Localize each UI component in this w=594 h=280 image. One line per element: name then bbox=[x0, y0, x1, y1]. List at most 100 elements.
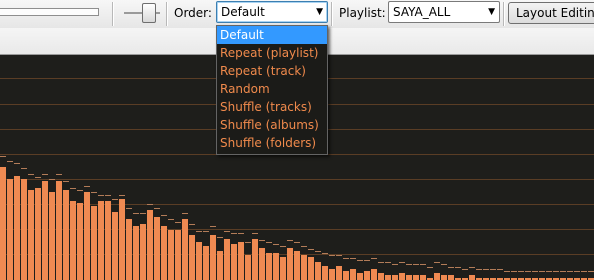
spectrum-peak bbox=[70, 188, 76, 189]
spectrum-peak bbox=[133, 213, 139, 214]
order-dropdown-menu: Default Repeat (playlist) Repeat (track)… bbox=[216, 25, 328, 155]
spectrum-peak bbox=[273, 244, 279, 245]
spectrum-peak bbox=[161, 215, 167, 216]
order-option-shuffle-tracks[interactable]: Shuffle (tracks) bbox=[217, 98, 327, 116]
order-option-default[interactable]: Default bbox=[217, 26, 327, 44]
playlist-combobox[interactable]: SAYA_ALL ▼ bbox=[388, 1, 500, 23]
order-option-repeat-track[interactable]: Repeat (track) bbox=[217, 62, 327, 80]
spectrum-bar bbox=[21, 179, 27, 280]
spectrum-peak bbox=[126, 208, 132, 209]
spectrum-peak bbox=[336, 255, 342, 256]
order-label: Order: bbox=[174, 6, 212, 20]
spectrum-peak bbox=[196, 231, 202, 232]
spectrum-bar bbox=[91, 206, 97, 280]
spectrum-bar bbox=[42, 181, 48, 280]
order-option-random[interactable]: Random bbox=[217, 80, 327, 98]
spectrum-bar bbox=[273, 253, 279, 280]
spectrum-peak bbox=[553, 271, 559, 272]
spectrum-peak bbox=[252, 233, 258, 234]
spectrum-bar bbox=[280, 257, 286, 280]
spectrum-bar bbox=[77, 203, 83, 280]
spectrum-peak bbox=[497, 269, 503, 270]
order-option-shuffle-albums[interactable]: Shuffle (albums) bbox=[217, 116, 327, 134]
spectrum-peak bbox=[280, 246, 286, 247]
spectrum-peak bbox=[28, 174, 34, 175]
spectrum-bar bbox=[14, 176, 20, 280]
spectrum-peak bbox=[322, 253, 328, 254]
spectrum-peak bbox=[581, 271, 587, 272]
spectrum-bar bbox=[364, 271, 370, 280]
spectrum-peak bbox=[7, 161, 13, 162]
spectrum-bar bbox=[329, 269, 335, 280]
spectrum-bar bbox=[252, 239, 258, 280]
spectrum-peak bbox=[504, 271, 510, 272]
spectrum-peak bbox=[98, 195, 104, 196]
spectrum-bar bbox=[315, 262, 321, 280]
spectrum-peak bbox=[560, 271, 566, 272]
spectrum-peak bbox=[168, 219, 174, 220]
spectrum-bar bbox=[357, 273, 363, 280]
spectrum-peak bbox=[245, 242, 251, 243]
spectrum-peak bbox=[413, 264, 419, 265]
order-combobox[interactable]: Default ▼ bbox=[216, 1, 328, 23]
spectrum-bar bbox=[238, 242, 244, 280]
playlist-combobox-value: SAYA_ALL bbox=[393, 5, 451, 19]
order-option-shuffle-folders[interactable]: Shuffle (folders) bbox=[217, 134, 327, 152]
spectrum-bar bbox=[154, 217, 160, 280]
spectrum-peak bbox=[56, 174, 62, 175]
spectrum-bar bbox=[420, 275, 426, 280]
spectrum-peak bbox=[203, 231, 209, 232]
chevron-down-icon: ▼ bbox=[488, 7, 495, 17]
spectrum-bar bbox=[7, 179, 13, 280]
spectrum-peak bbox=[105, 195, 111, 196]
spectrum-peak bbox=[308, 249, 314, 250]
order-combobox-value: Default bbox=[221, 5, 265, 19]
spectrum-peak bbox=[119, 195, 125, 196]
spectrum-bar bbox=[343, 271, 349, 280]
spectrum-bar bbox=[378, 273, 384, 280]
spectrum-bar bbox=[56, 181, 62, 280]
spectrum-peak bbox=[357, 260, 363, 261]
seek-bar[interactable] bbox=[0, 8, 99, 16]
spectrum-bar bbox=[434, 273, 440, 280]
spectrum-peak bbox=[371, 258, 377, 259]
spectrum-peak bbox=[63, 181, 69, 182]
spectrum-bar bbox=[301, 255, 307, 280]
spectrum-peak bbox=[112, 199, 118, 200]
spectrum-peak bbox=[490, 269, 496, 270]
spectrum-peak bbox=[448, 267, 454, 268]
layout-editing-button[interactable]: Layout Editing bbox=[508, 2, 594, 24]
spectrum-bar bbox=[371, 269, 377, 280]
spectrum-peak bbox=[182, 213, 188, 214]
spectrum-bar bbox=[147, 210, 153, 280]
spectrum-bar bbox=[413, 275, 419, 280]
spectrum-bar bbox=[112, 212, 118, 280]
spectrum-bar bbox=[119, 199, 125, 280]
spectrum-peak bbox=[224, 231, 230, 232]
spectrum-bar bbox=[266, 253, 272, 280]
spectrum-peak bbox=[350, 258, 356, 259]
spectrum-bar bbox=[385, 275, 391, 280]
spectrum-bar bbox=[140, 224, 146, 280]
spectrum-bar bbox=[105, 201, 111, 280]
spectrum-peak bbox=[77, 190, 83, 191]
spectrum-bar bbox=[245, 255, 251, 280]
spectrum-peak bbox=[287, 240, 293, 241]
spectrum-bar bbox=[217, 251, 223, 280]
spectrum-bar bbox=[336, 266, 342, 280]
spectrum-peak bbox=[42, 174, 48, 175]
spectrum-bar bbox=[406, 275, 412, 280]
spectrum-bar bbox=[287, 248, 293, 280]
spectrum-peak bbox=[399, 262, 405, 263]
spectrum-peak bbox=[532, 271, 538, 272]
order-option-repeat-playlist[interactable]: Repeat (playlist) bbox=[217, 44, 327, 62]
spectrum-peak bbox=[49, 179, 55, 180]
toolbar-separator bbox=[503, 2, 505, 26]
spectrum-bar bbox=[392, 275, 398, 280]
spectrum-bar bbox=[161, 226, 167, 280]
spectrum-peak bbox=[189, 224, 195, 225]
spectrum-peak bbox=[574, 271, 580, 272]
volume-slider-thumb[interactable] bbox=[142, 3, 156, 23]
spectrum-peak bbox=[329, 255, 335, 256]
playlist-label: Playlist: bbox=[339, 6, 386, 20]
